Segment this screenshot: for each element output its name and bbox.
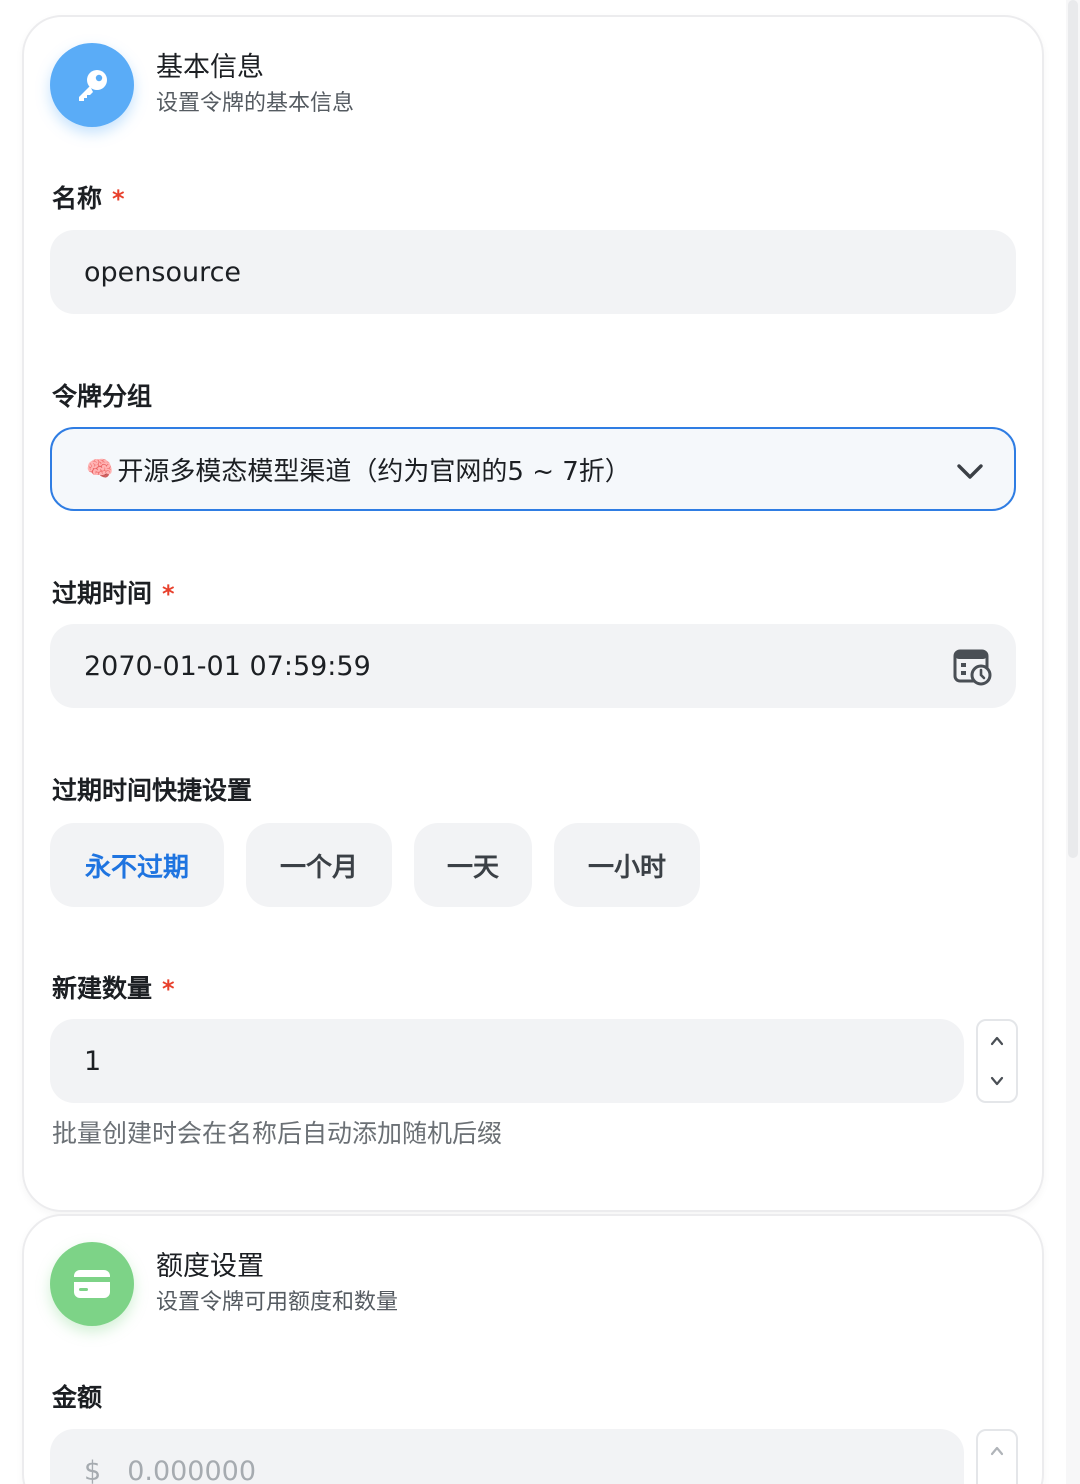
calendar-clock-icon[interactable] bbox=[952, 646, 992, 686]
amount-input[interactable]: $ 0.000000 bbox=[50, 1429, 964, 1484]
group-label: 令牌分组 bbox=[52, 382, 153, 411]
count-stepper[interactable] bbox=[976, 1019, 1018, 1103]
quota-header: 额度设置 设置令牌可用额度和数量 bbox=[50, 1242, 398, 1326]
group-select-value: 开源多模态模型渠道（约为官网的5 ~ 7折） bbox=[117, 456, 631, 487]
scrollbar-thumb[interactable] bbox=[1068, 0, 1078, 858]
expire-datetime-input[interactable]: 2070-01-01 07:59:59 bbox=[50, 624, 1016, 708]
count-input-value: 1 bbox=[84, 1045, 102, 1077]
chevron-up-icon[interactable] bbox=[989, 1443, 1005, 1459]
expire-label: 过期时间 * bbox=[52, 579, 175, 608]
quick-expire-label: 过期时间快捷设置 bbox=[52, 776, 253, 805]
quick-one-hour-button[interactable]: 一小时 bbox=[554, 823, 700, 907]
amount-stepper[interactable] bbox=[976, 1429, 1018, 1484]
section-subtitle: 设置令牌可用额度和数量 bbox=[156, 1290, 399, 1315]
quick-never-button[interactable]: 永不过期 bbox=[50, 823, 224, 907]
name-input[interactable]: opensource bbox=[50, 230, 1016, 314]
name-label: 名称 * bbox=[52, 184, 125, 213]
basic-info-card: 基本信息 设置令牌的基本信息 名称 * opensource 令牌分组 🧠 开源多… bbox=[22, 15, 1044, 1212]
group-select[interactable]: 🧠 开源多模态模型渠道（约为官网的5 ~ 7折） bbox=[50, 427, 1016, 511]
currency-prefix: $ bbox=[84, 1455, 102, 1484]
name-input-value: opensource bbox=[84, 256, 242, 288]
key-icon bbox=[50, 43, 134, 127]
quick-one-day-button[interactable]: 一天 bbox=[414, 823, 532, 907]
credit-card-icon bbox=[50, 1242, 134, 1326]
amount-label: 金额 bbox=[52, 1383, 103, 1412]
quota-card: 额度设置 设置令牌可用额度和数量 金额 $ 0.000000 bbox=[22, 1214, 1044, 1484]
required-mark: * bbox=[162, 975, 175, 1003]
chevron-down-icon[interactable] bbox=[989, 1073, 1005, 1089]
required-mark: * bbox=[112, 185, 125, 213]
required-mark: * bbox=[162, 580, 175, 608]
chevron-up-icon[interactable] bbox=[989, 1033, 1005, 1049]
quick-expire-options: 永不过期 一个月 一天 一小时 bbox=[50, 823, 700, 907]
count-input[interactable]: 1 bbox=[50, 1019, 964, 1103]
section-title: 基本信息 bbox=[156, 52, 264, 83]
section-subtitle: 设置令牌的基本信息 bbox=[156, 91, 355, 116]
count-label: 新建数量 * bbox=[52, 974, 175, 1003]
chevron-down-icon[interactable] bbox=[954, 455, 986, 487]
count-hint: 批量创建时会在名称后自动添加随机后缀 bbox=[52, 1119, 503, 1148]
basic-info-header: 基本信息 设置令牌的基本信息 bbox=[50, 43, 354, 127]
amount-placeholder: 0.000000 bbox=[127, 1455, 257, 1484]
section-title: 额度设置 bbox=[156, 1251, 264, 1282]
brain-icon: 🧠 bbox=[86, 456, 114, 482]
quick-one-month-button[interactable]: 一个月 bbox=[246, 823, 392, 907]
page-scrollbar[interactable] bbox=[1066, 0, 1080, 1484]
expire-input-value: 2070-01-01 07:59:59 bbox=[84, 650, 371, 682]
